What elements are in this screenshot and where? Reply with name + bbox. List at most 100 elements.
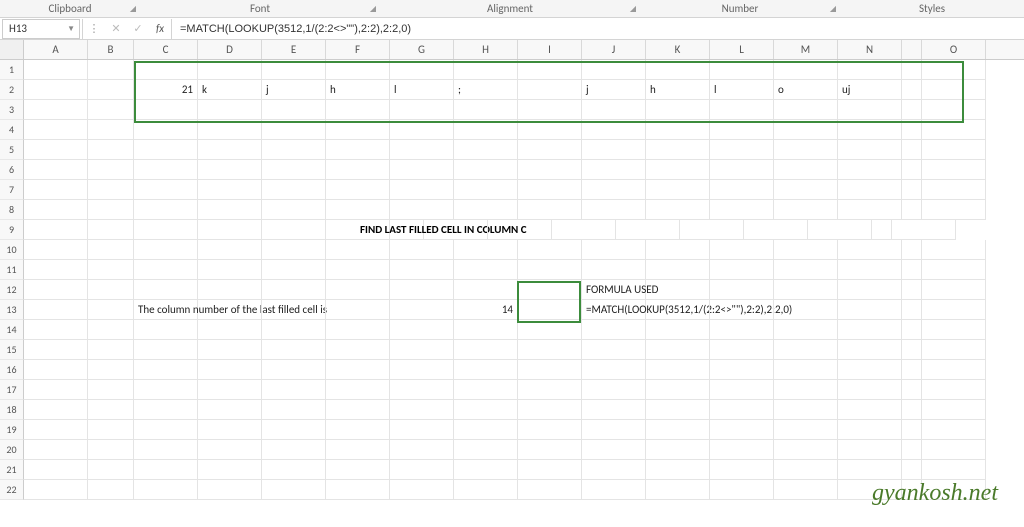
cell[interactable] bbox=[710, 140, 774, 160]
cell[interactable] bbox=[134, 240, 198, 260]
cell[interactable] bbox=[134, 260, 198, 280]
cell[interactable] bbox=[518, 120, 582, 140]
cell[interactable] bbox=[326, 240, 390, 260]
cell[interactable]: 21 bbox=[134, 80, 198, 100]
cell[interactable] bbox=[198, 120, 262, 140]
cell[interactable] bbox=[838, 60, 902, 80]
cell[interactable] bbox=[390, 340, 454, 360]
cell[interactable] bbox=[88, 260, 134, 280]
cell[interactable] bbox=[646, 100, 710, 120]
cell[interactable] bbox=[774, 420, 838, 440]
cell[interactable] bbox=[838, 380, 902, 400]
column-header[interactable]: E bbox=[262, 40, 326, 59]
cell[interactable] bbox=[326, 460, 390, 480]
cell[interactable] bbox=[390, 440, 454, 460]
cell[interactable] bbox=[902, 80, 922, 100]
cell[interactable] bbox=[774, 240, 838, 260]
cell[interactable] bbox=[582, 320, 646, 340]
column-header[interactable]: M bbox=[774, 40, 838, 59]
cell[interactable] bbox=[198, 220, 262, 240]
cell[interactable] bbox=[518, 360, 582, 380]
cell[interactable] bbox=[454, 420, 518, 440]
cell[interactable] bbox=[922, 260, 986, 280]
cell[interactable] bbox=[582, 440, 646, 460]
cell[interactable] bbox=[552, 220, 616, 240]
cell[interactable] bbox=[88, 160, 134, 180]
cell[interactable] bbox=[390, 480, 454, 500]
cell[interactable] bbox=[262, 180, 326, 200]
cell[interactable] bbox=[922, 60, 986, 80]
column-header[interactable]: G bbox=[390, 40, 454, 59]
cell[interactable] bbox=[518, 440, 582, 460]
cell[interactable] bbox=[488, 220, 552, 240]
dialog-launcher-icon[interactable]: ◢ bbox=[630, 4, 636, 14]
row-header[interactable]: 2 bbox=[0, 80, 24, 100]
row-header[interactable]: 20 bbox=[0, 440, 24, 460]
cell[interactable] bbox=[838, 160, 902, 180]
cell[interactable] bbox=[454, 240, 518, 260]
cell[interactable] bbox=[582, 400, 646, 420]
cell[interactable] bbox=[88, 180, 134, 200]
cell[interactable] bbox=[88, 300, 134, 320]
cell[interactable] bbox=[262, 380, 326, 400]
cell[interactable] bbox=[646, 140, 710, 160]
cell[interactable] bbox=[134, 200, 198, 220]
cell[interactable] bbox=[88, 280, 134, 300]
cell[interactable] bbox=[24, 420, 88, 440]
cell[interactable] bbox=[198, 240, 262, 260]
cell[interactable] bbox=[390, 180, 454, 200]
cell[interactable] bbox=[710, 480, 774, 500]
cell[interactable] bbox=[582, 260, 646, 280]
cell[interactable] bbox=[88, 120, 134, 140]
cell[interactable] bbox=[838, 400, 902, 420]
row-header[interactable]: 12 bbox=[0, 280, 24, 300]
cell[interactable] bbox=[198, 340, 262, 360]
cell[interactable] bbox=[902, 120, 922, 140]
cell[interactable] bbox=[518, 200, 582, 220]
cell[interactable] bbox=[88, 400, 134, 420]
row-header[interactable]: 1 bbox=[0, 60, 24, 80]
cell[interactable] bbox=[774, 280, 838, 300]
cell[interactable] bbox=[922, 320, 986, 340]
cell[interactable] bbox=[774, 320, 838, 340]
cell[interactable] bbox=[518, 80, 582, 100]
cell[interactable] bbox=[922, 420, 986, 440]
fx-icon[interactable]: fx bbox=[149, 19, 171, 39]
cell[interactable] bbox=[88, 200, 134, 220]
cell[interactable] bbox=[646, 460, 710, 480]
cell[interactable] bbox=[326, 200, 390, 220]
cell[interactable] bbox=[922, 380, 986, 400]
cell[interactable] bbox=[262, 320, 326, 340]
cell[interactable] bbox=[838, 120, 902, 140]
cell[interactable] bbox=[198, 300, 262, 320]
chevron-down-icon[interactable]: ▼ bbox=[67, 24, 79, 34]
cell[interactable] bbox=[326, 360, 390, 380]
row-header[interactable]: 5 bbox=[0, 140, 24, 160]
cell[interactable] bbox=[134, 420, 198, 440]
cell[interactable] bbox=[326, 120, 390, 140]
cell[interactable] bbox=[582, 420, 646, 440]
cell[interactable] bbox=[744, 220, 808, 240]
cell[interactable] bbox=[326, 300, 390, 320]
cell[interactable] bbox=[902, 300, 922, 320]
cell[interactable] bbox=[88, 320, 134, 340]
cell[interactable] bbox=[710, 160, 774, 180]
cell[interactable] bbox=[710, 420, 774, 440]
cell[interactable] bbox=[326, 100, 390, 120]
cell[interactable] bbox=[646, 240, 710, 260]
cell[interactable] bbox=[774, 460, 838, 480]
cell[interactable] bbox=[902, 340, 922, 360]
cell[interactable] bbox=[198, 260, 262, 280]
cell[interactable] bbox=[454, 200, 518, 220]
cell[interactable] bbox=[902, 240, 922, 260]
cell[interactable] bbox=[518, 300, 582, 320]
enter-icon[interactable]: ✓ bbox=[127, 19, 149, 39]
cell[interactable] bbox=[646, 480, 710, 500]
cell[interactable] bbox=[710, 280, 774, 300]
cell[interactable] bbox=[838, 340, 902, 360]
row-header[interactable]: 16 bbox=[0, 360, 24, 380]
cell[interactable] bbox=[134, 100, 198, 120]
cell[interactable] bbox=[88, 440, 134, 460]
cell[interactable]: o bbox=[774, 80, 838, 100]
cell[interactable] bbox=[326, 280, 390, 300]
